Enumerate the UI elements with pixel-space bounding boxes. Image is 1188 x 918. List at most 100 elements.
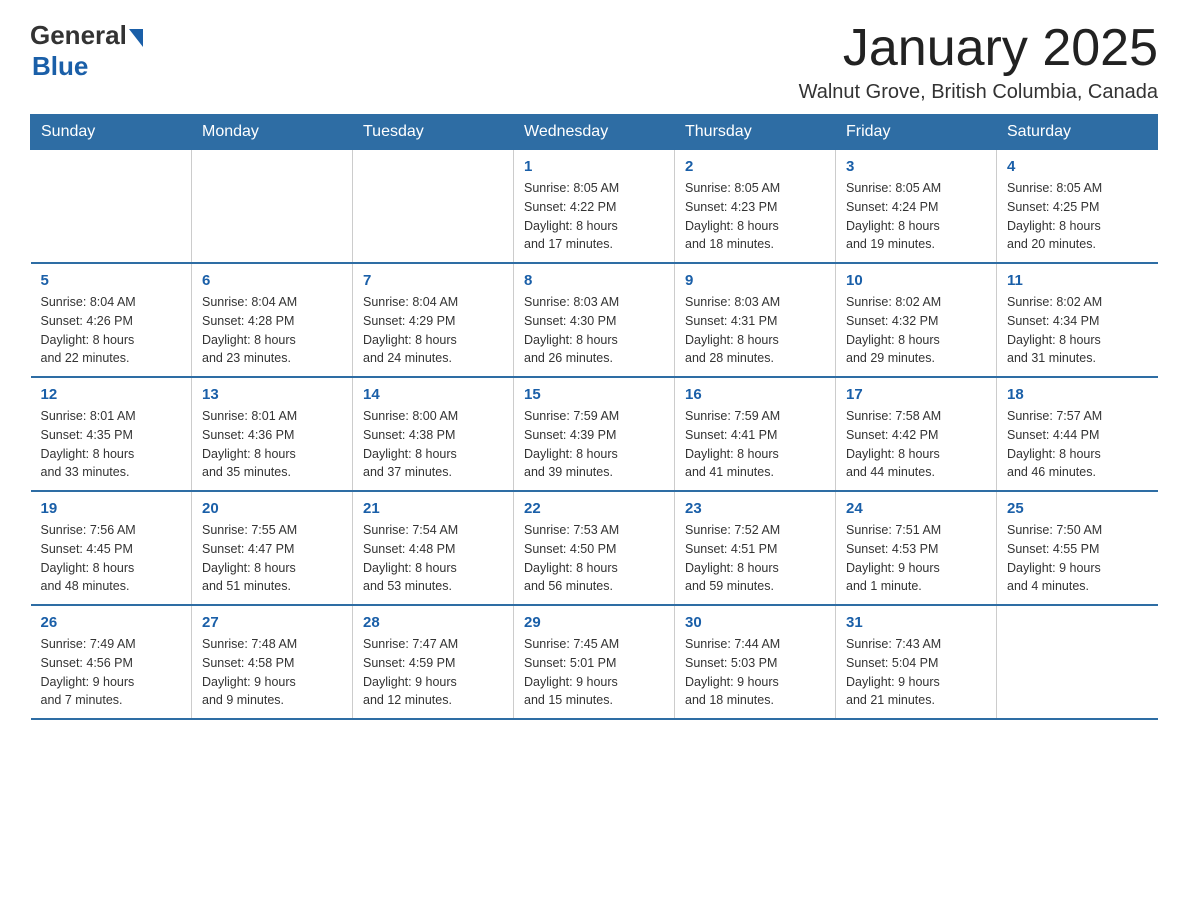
- day-number: 22: [524, 500, 664, 517]
- calendar-cell: 25 Sunrise: 7:50 AM Sunset: 4:55 PM Dayli…: [997, 491, 1158, 605]
- day-info: Sunrise: 8:02 AM Sunset: 4:32 PM Dayligh…: [846, 293, 986, 368]
- day-of-week-header: Tuesday: [353, 115, 514, 150]
- day-number: 5: [41, 272, 182, 289]
- day-info: Sunrise: 8:01 AM Sunset: 4:36 PM Dayligh…: [202, 407, 342, 482]
- day-number: 11: [1007, 272, 1148, 289]
- day-info: Sunrise: 8:03 AM Sunset: 4:31 PM Dayligh…: [685, 293, 825, 368]
- day-info: Sunrise: 8:04 AM Sunset: 4:28 PM Dayligh…: [202, 293, 342, 368]
- calendar-cell: 8 Sunrise: 8:03 AM Sunset: 4:30 PM Daylig…: [514, 263, 675, 377]
- day-number: 25: [1007, 500, 1148, 517]
- day-info: Sunrise: 8:05 AM Sunset: 4:22 PM Dayligh…: [524, 179, 664, 254]
- day-number: 14: [363, 386, 503, 403]
- day-info: Sunrise: 8:00 AM Sunset: 4:38 PM Dayligh…: [363, 407, 503, 482]
- calendar-cell: 11 Sunrise: 8:02 AM Sunset: 4:34 PM Dayli…: [997, 263, 1158, 377]
- day-number: 16: [685, 386, 825, 403]
- day-info: Sunrise: 7:48 AM Sunset: 4:58 PM Dayligh…: [202, 635, 342, 710]
- calendar-cell: 29Sunrise: 7:45 AM Sunset: 5:01 PM Dayli…: [514, 605, 675, 719]
- calendar-subtitle: Walnut Grove, British Columbia, Canada: [799, 81, 1158, 104]
- calendar-cell: 9 Sunrise: 8:03 AM Sunset: 4:31 PM Daylig…: [675, 263, 836, 377]
- day-number: 18: [1007, 386, 1148, 403]
- calendar-cell: 17 Sunrise: 7:58 AM Sunset: 4:42 PM Dayli…: [836, 377, 997, 491]
- calendar-cell: 28Sunrise: 7:47 AM Sunset: 4:59 PM Dayli…: [353, 605, 514, 719]
- day-info: Sunrise: 7:58 AM Sunset: 4:42 PM Dayligh…: [846, 407, 986, 482]
- day-info: Sunrise: 8:04 AM Sunset: 4:29 PM Dayligh…: [363, 293, 503, 368]
- day-number: 2: [685, 158, 825, 175]
- day-info: Sunrise: 7:59 AM Sunset: 4:41 PM Dayligh…: [685, 407, 825, 482]
- day-info: Sunrise: 7:54 AM Sunset: 4:48 PM Dayligh…: [363, 521, 503, 596]
- logo: General Blue: [30, 20, 143, 82]
- logo-blue-text: Blue: [32, 51, 88, 82]
- calendar-cell: 2 Sunrise: 8:05 AM Sunset: 4:23 PM Daylig…: [675, 150, 836, 264]
- calendar-cell: 14 Sunrise: 8:00 AM Sunset: 4:38 PM Dayli…: [353, 377, 514, 491]
- calendar-week-row: 19 Sunrise: 7:56 AM Sunset: 4:45 PM Dayli…: [31, 491, 1158, 605]
- day-number: 8: [524, 272, 664, 289]
- calendar-title: January 2025: [799, 20, 1158, 77]
- day-info: Sunrise: 8:05 AM Sunset: 4:23 PM Dayligh…: [685, 179, 825, 254]
- day-number: 4: [1007, 158, 1148, 175]
- day-number: 21: [363, 500, 503, 517]
- calendar-cell: 23 Sunrise: 7:52 AM Sunset: 4:51 PM Dayli…: [675, 491, 836, 605]
- calendar-cell: 5Sunrise: 8:04 AM Sunset: 4:26 PM Daylig…: [31, 263, 192, 377]
- day-number: 6: [202, 272, 342, 289]
- calendar-cell: 16 Sunrise: 7:59 AM Sunset: 4:41 PM Dayli…: [675, 377, 836, 491]
- day-info: Sunrise: 7:47 AM Sunset: 4:59 PM Dayligh…: [363, 635, 503, 710]
- day-info: Sunrise: 8:05 AM Sunset: 4:25 PM Dayligh…: [1007, 179, 1148, 254]
- logo-triangle-icon: [129, 29, 143, 47]
- day-number: 20: [202, 500, 342, 517]
- day-info: Sunrise: 7:56 AM Sunset: 4:45 PM Dayligh…: [41, 521, 182, 596]
- header: General Blue January 2025 Walnut Grove, …: [30, 20, 1158, 104]
- day-info: Sunrise: 7:44 AM Sunset: 5:03 PM Dayligh…: [685, 635, 825, 710]
- day-info: Sunrise: 7:51 AM Sunset: 4:53 PM Dayligh…: [846, 521, 986, 596]
- calendar-cell: 20Sunrise: 7:55 AM Sunset: 4:47 PM Dayli…: [192, 491, 353, 605]
- day-number: 26: [41, 614, 182, 631]
- calendar-cell: [31, 150, 192, 264]
- day-number: 1: [524, 158, 664, 175]
- day-of-week-header: Monday: [192, 115, 353, 150]
- calendar-cell: 3 Sunrise: 8:05 AM Sunset: 4:24 PM Daylig…: [836, 150, 997, 264]
- calendar-week-row: 26 Sunrise: 7:49 AM Sunset: 4:56 PM Dayli…: [31, 605, 1158, 719]
- day-info: Sunrise: 7:49 AM Sunset: 4:56 PM Dayligh…: [41, 635, 182, 710]
- day-info: Sunrise: 7:50 AM Sunset: 4:55 PM Dayligh…: [1007, 521, 1148, 596]
- calendar-cell: 13 Sunrise: 8:01 AM Sunset: 4:36 PM Dayli…: [192, 377, 353, 491]
- day-number: 9: [685, 272, 825, 289]
- day-number: 13: [202, 386, 342, 403]
- calendar-cell: [997, 605, 1158, 719]
- calendar-cell: 22Sunrise: 7:53 AM Sunset: 4:50 PM Dayli…: [514, 491, 675, 605]
- calendar-cell: 30 Sunrise: 7:44 AM Sunset: 5:03 PM Dayli…: [675, 605, 836, 719]
- day-number: 17: [846, 386, 986, 403]
- day-number: 19: [41, 500, 182, 517]
- day-info: Sunrise: 8:01 AM Sunset: 4:35 PM Dayligh…: [41, 407, 182, 482]
- calendar-week-row: 5Sunrise: 8:04 AM Sunset: 4:26 PM Daylig…: [31, 263, 1158, 377]
- calendar-cell: 26 Sunrise: 7:49 AM Sunset: 4:56 PM Dayli…: [31, 605, 192, 719]
- calendar-week-row: 12 Sunrise: 8:01 AM Sunset: 4:35 PM Dayli…: [31, 377, 1158, 491]
- day-number: 3: [846, 158, 986, 175]
- day-number: 30: [685, 614, 825, 631]
- day-number: 7: [363, 272, 503, 289]
- calendar-cell: 12 Sunrise: 8:01 AM Sunset: 4:35 PM Dayli…: [31, 377, 192, 491]
- calendar-header-row: SundayMondayTuesdayWednesdayThursdayFrid…: [31, 115, 1158, 150]
- day-info: Sunrise: 8:05 AM Sunset: 4:24 PM Dayligh…: [846, 179, 986, 254]
- calendar-cell: 4 Sunrise: 8:05 AM Sunset: 4:25 PM Daylig…: [997, 150, 1158, 264]
- calendar-cell: 24Sunrise: 7:51 AM Sunset: 4:53 PM Dayli…: [836, 491, 997, 605]
- day-number: 27: [202, 614, 342, 631]
- calendar-cell: 27 Sunrise: 7:48 AM Sunset: 4:58 PM Dayli…: [192, 605, 353, 719]
- day-of-week-header: Friday: [836, 115, 997, 150]
- day-number: 12: [41, 386, 182, 403]
- day-info: Sunrise: 8:03 AM Sunset: 4:30 PM Dayligh…: [524, 293, 664, 368]
- day-info: Sunrise: 7:52 AM Sunset: 4:51 PM Dayligh…: [685, 521, 825, 596]
- day-number: 15: [524, 386, 664, 403]
- day-number: 23: [685, 500, 825, 517]
- day-number: 31: [846, 614, 986, 631]
- calendar-cell: [192, 150, 353, 264]
- day-number: 10: [846, 272, 986, 289]
- calendar-cell: 15Sunrise: 7:59 AM Sunset: 4:39 PM Dayli…: [514, 377, 675, 491]
- calendar-cell: [353, 150, 514, 264]
- day-info: Sunrise: 8:02 AM Sunset: 4:34 PM Dayligh…: [1007, 293, 1148, 368]
- calendar-cell: 1 Sunrise: 8:05 AM Sunset: 4:22 PM Daylig…: [514, 150, 675, 264]
- day-of-week-header: Wednesday: [514, 115, 675, 150]
- logo-general-text: General: [30, 20, 127, 51]
- calendar-cell: 18Sunrise: 7:57 AM Sunset: 4:44 PM Dayli…: [997, 377, 1158, 491]
- calendar-cell: 19 Sunrise: 7:56 AM Sunset: 4:45 PM Dayli…: [31, 491, 192, 605]
- calendar-cell: 31Sunrise: 7:43 AM Sunset: 5:04 PM Dayli…: [836, 605, 997, 719]
- calendar-cell: 21 Sunrise: 7:54 AM Sunset: 4:48 PM Dayli…: [353, 491, 514, 605]
